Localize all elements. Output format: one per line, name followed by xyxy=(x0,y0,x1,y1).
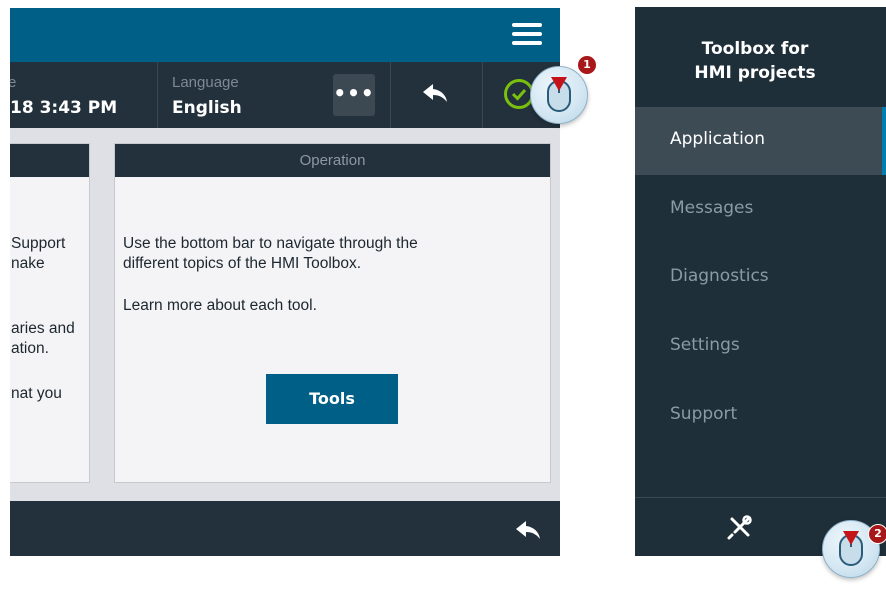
date-time-value: 18 3:43 PM xyxy=(10,98,118,118)
divider xyxy=(482,62,483,128)
sidebar-item-application[interactable]: Application xyxy=(635,107,886,175)
callout-badge: 2 xyxy=(868,524,886,544)
tools-icon[interactable] xyxy=(725,512,755,542)
hmi-screen: e 18 3:43 PM Language English ••• Suppor… xyxy=(10,8,560,556)
panel-text-line: aries and xyxy=(11,320,75,337)
sidebar-item-settings[interactable]: Settings xyxy=(635,313,886,381)
sidebar-title: Toolbox for HMI projects xyxy=(635,37,875,85)
panel-text-line: nat you xyxy=(11,385,62,402)
language-label: Language xyxy=(172,74,239,91)
hamburger-menu-icon[interactable] xyxy=(512,23,542,45)
callout-badge: 1 xyxy=(577,55,597,75)
info-bar: e 18 3:43 PM Language English ••• xyxy=(10,62,560,128)
operation-text-line: Use the bottom bar to navigate through t… xyxy=(123,235,418,252)
back-button[interactable] xyxy=(391,62,481,128)
sidebar-item-label: Application xyxy=(670,129,765,149)
reply-arrow-icon xyxy=(423,84,447,102)
panel-text-line: Support xyxy=(11,235,66,252)
sidebar-item-label: Messages xyxy=(670,198,754,218)
panel-header: Operation xyxy=(115,144,550,177)
reply-arrow-icon[interactable] xyxy=(516,521,542,541)
panel-header xyxy=(10,144,89,177)
sidebar-item-support[interactable]: Support xyxy=(635,382,886,450)
panel-text-line: ation. xyxy=(11,340,49,357)
active-indicator xyxy=(882,107,886,175)
panel-text-line: nake xyxy=(11,255,45,272)
sidebar-title-line: Toolbox for xyxy=(701,39,809,59)
operation-text-line: Learn more about each tool. xyxy=(123,297,317,314)
tools-button[interactable]: Tools xyxy=(266,374,398,424)
sidebar-item-label: Support xyxy=(670,404,738,424)
sidebar-item-label: Settings xyxy=(670,335,740,355)
navigation-sidebar: Toolbox for HMI projects Application Mes… xyxy=(635,7,886,556)
info-panel: Support nake aries and ation. nat you xyxy=(10,143,90,483)
sidebar-item-messages[interactable]: Messages xyxy=(635,176,886,244)
divider xyxy=(635,497,886,498)
sidebar-item-diagnostics[interactable]: Diagnostics xyxy=(635,244,886,312)
mouse-cursor-icon xyxy=(530,66,588,124)
operation-title: Operation xyxy=(299,152,366,169)
top-bar xyxy=(10,8,560,62)
bottom-bar xyxy=(10,501,560,556)
operation-panel: Operation Use the bottom bar to navigate… xyxy=(114,143,551,483)
date-label: e xyxy=(10,74,17,91)
language-value: English xyxy=(172,98,242,118)
sidebar-title-line: HMI projects xyxy=(694,63,816,83)
operation-text-line: different topics of the HMI Toolbox. xyxy=(123,255,362,272)
more-options-button[interactable]: ••• xyxy=(333,74,375,116)
sidebar-item-label: Diagnostics xyxy=(670,266,769,286)
